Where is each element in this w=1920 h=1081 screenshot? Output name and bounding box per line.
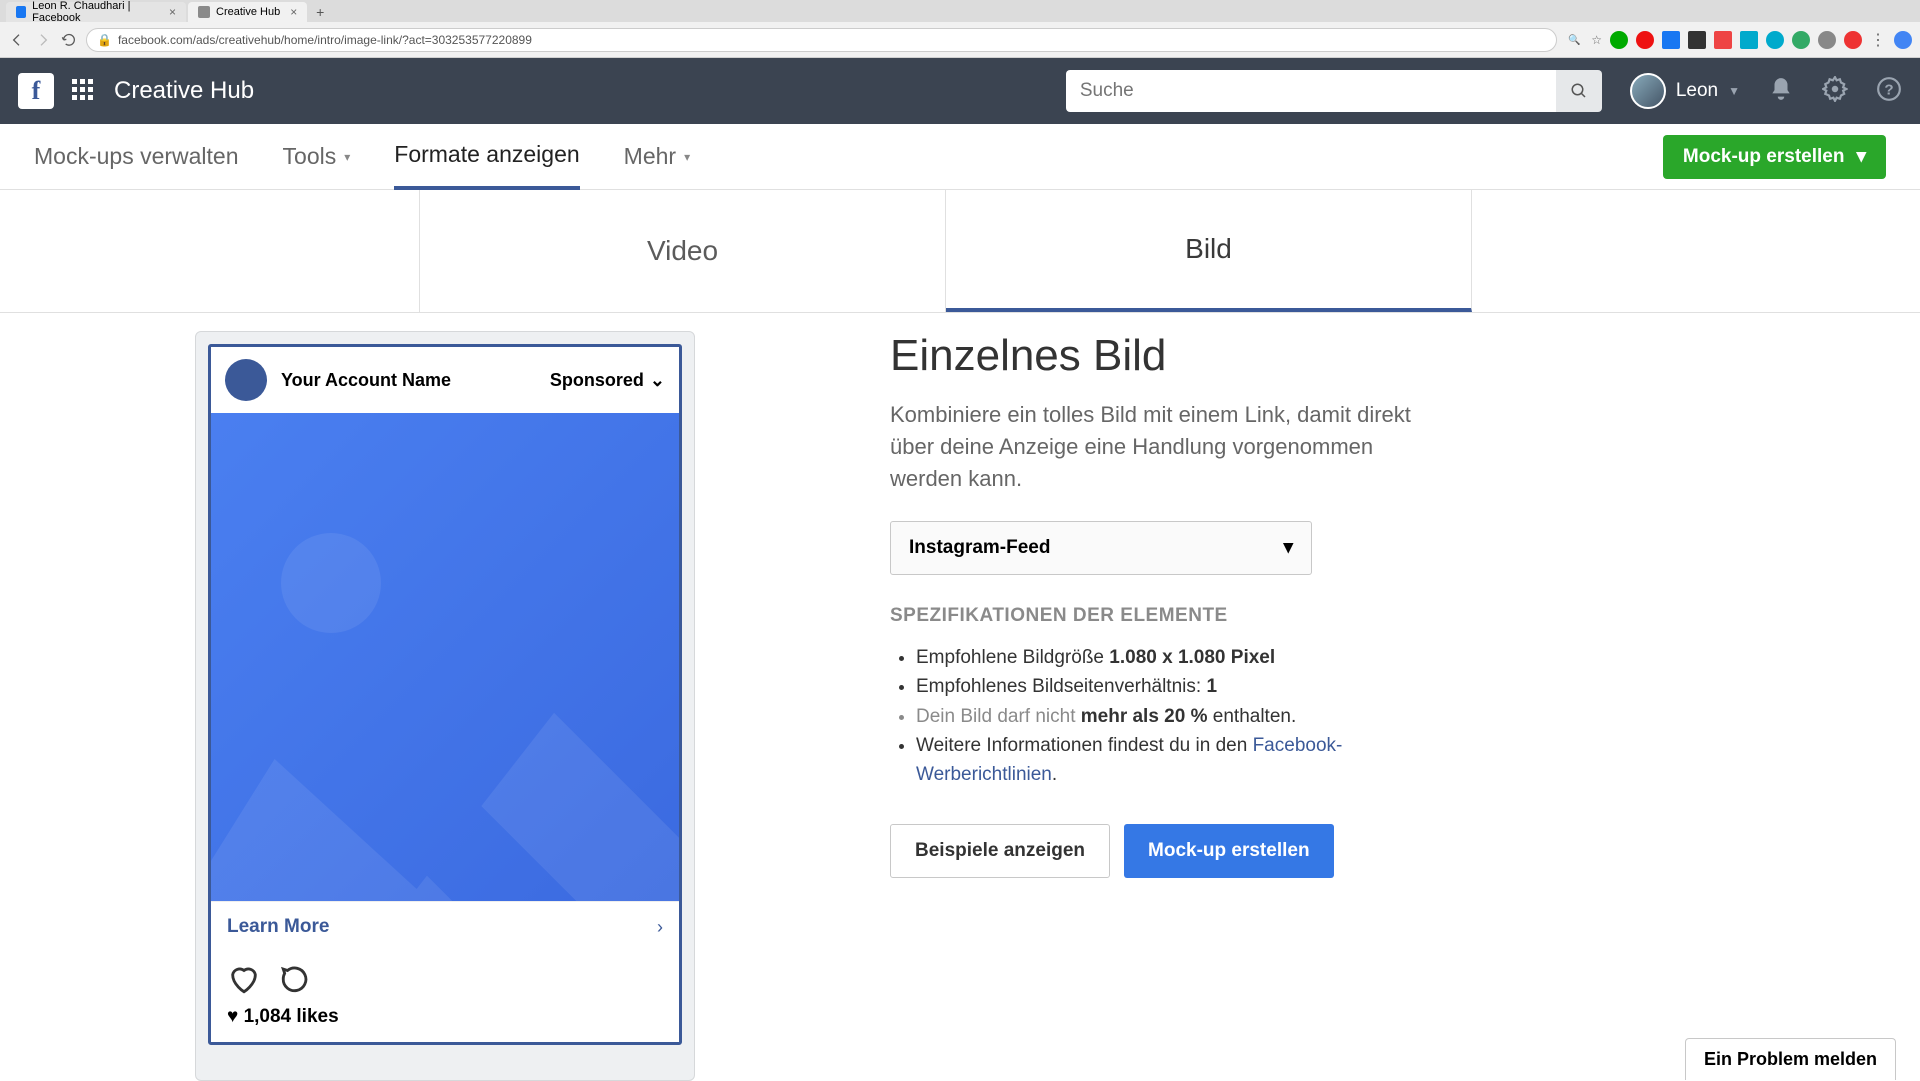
create-mockup-button[interactable]: Mock-up erstellen ▾ (1663, 135, 1886, 179)
ext-icon-3[interactable] (1662, 31, 1680, 49)
phone-frame: Your Account Name Sponsored ⌄ Learn More… (195, 331, 695, 1081)
nav-formats[interactable]: Formate anzeigen (394, 124, 579, 190)
star-icon[interactable]: ☆ (1591, 33, 1602, 47)
preview-likes: ♥ 1,084 likes (211, 1002, 679, 1042)
spec-item: Dein Bild darf nicht mehr als 20 % entha… (916, 702, 1450, 731)
tab-favicon (198, 6, 210, 18)
zoom-icon[interactable]: 🔍 (1565, 31, 1583, 49)
spec-heading: SPEZIFIKATIONEN DER ELEMENTE (890, 605, 1840, 627)
preview-actions (211, 952, 679, 1002)
tab-strip: Leon R. Chaudhari | Facebook × Creative … (0, 0, 1920, 22)
chevron-down-icon: ▾ (1856, 145, 1866, 168)
facebook-logo[interactable]: f (18, 73, 54, 109)
examples-button[interactable]: Beispiele anzeigen (890, 824, 1110, 878)
detail-description: Kombiniere ein tolles Bild mit einem Lin… (890, 399, 1450, 495)
preview-cta[interactable]: Learn More › (211, 901, 679, 952)
new-tab-button[interactable]: + (309, 2, 331, 22)
chevron-down-icon: ▾ (1283, 536, 1293, 559)
help-icon[interactable]: ? (1876, 76, 1902, 107)
create-mockup-primary-button[interactable]: Mock-up erstellen (1124, 824, 1334, 878)
ext-icon-9[interactable] (1818, 31, 1836, 49)
url-text: facebook.com/ads/creativehub/home/intro/… (118, 33, 532, 47)
user-name: Leon (1676, 80, 1718, 102)
browser-tab-2[interactable]: Creative Hub × (188, 2, 307, 22)
forward-button[interactable] (34, 31, 52, 49)
ext-icon-1[interactable] (1610, 31, 1628, 49)
reload-button[interactable] (60, 31, 78, 49)
report-problem-button[interactable]: Ein Problem melden (1685, 1038, 1896, 1080)
back-button[interactable] (8, 31, 26, 49)
tab-video[interactable]: Video (420, 190, 946, 312)
chevron-down-icon: ▼ (1728, 84, 1740, 98)
instagram-ad-preview: Your Account Name Sponsored ⌄ Learn More… (208, 344, 682, 1045)
svg-text:?: ? (1884, 81, 1893, 98)
search-wrap (1066, 70, 1602, 112)
preview-header: Your Account Name Sponsored ⌄ (211, 347, 679, 413)
settings-icon[interactable] (1822, 76, 1848, 107)
chevron-down-icon: ▾ (344, 150, 350, 164)
preview-avatar (225, 359, 267, 401)
menu-icon[interactable]: ⋮ (1870, 30, 1886, 50)
detail-column: Einzelnes Bild Kombiniere ein tolles Bil… (890, 331, 1920, 1081)
button-row: Beispiele anzeigen Mock-up erstellen (890, 824, 1840, 878)
user-menu[interactable]: Leon ▼ (1630, 73, 1740, 109)
heart-icon[interactable] (227, 962, 261, 996)
browser-tab-1[interactable]: Leon R. Chaudhari | Facebook × (6, 2, 186, 22)
ext-icon-4[interactable] (1688, 31, 1706, 49)
nav-more[interactable]: Mehr▾ (624, 143, 690, 170)
chevron-down-icon: ⌄ (650, 370, 665, 391)
content-area: Your Account Name Sponsored ⌄ Learn More… (0, 313, 1920, 1081)
ext-icon-10[interactable] (1844, 31, 1862, 49)
spec-list: Empfohlene Bildgröße 1.080 x 1.080 Pixel… (890, 643, 1450, 790)
address-bar: 🔒 facebook.com/ads/creativehub/home/intr… (0, 22, 1920, 58)
app-header: f Creative Hub Leon ▼ ? (0, 58, 1920, 124)
ext-icon-5[interactable] (1714, 31, 1732, 49)
placement-value: Instagram-Feed (909, 537, 1050, 559)
format-tabs: Video Bild (0, 190, 1920, 313)
tab-title: Creative Hub (216, 6, 280, 18)
ext-icon-2[interactable] (1636, 31, 1654, 49)
nav-row: Mock-ups verwalten Tools▾ Formate anzeig… (0, 124, 1920, 190)
ext-icon-6[interactable] (1740, 31, 1758, 49)
ext-icon-7[interactable] (1766, 31, 1784, 49)
url-input[interactable]: 🔒 facebook.com/ads/creativehub/home/intr… (86, 28, 1557, 52)
preview-image-placeholder (211, 413, 679, 901)
tab-title: Leon R. Chaudhari | Facebook (32, 0, 159, 24)
ext-icon-8[interactable] (1792, 31, 1810, 49)
preview-sponsored-label[interactable]: Sponsored ⌄ (550, 370, 665, 391)
app-title: Creative Hub (114, 77, 254, 105)
tab-image[interactable]: Bild (946, 190, 1472, 312)
apps-grid-icon[interactable] (72, 79, 96, 103)
spec-item: Empfohlene Bildgröße 1.080 x 1.080 Pixel (916, 643, 1450, 672)
chevron-right-icon: › (657, 917, 663, 938)
preview-cta-text: Learn More (227, 916, 329, 938)
nav-tools[interactable]: Tools▾ (283, 143, 351, 170)
search-input[interactable] (1066, 70, 1556, 112)
preview-column: Your Account Name Sponsored ⌄ Learn More… (0, 331, 890, 1081)
profile-icon[interactable] (1894, 31, 1912, 49)
close-icon[interactable]: × (169, 5, 176, 19)
detail-title: Einzelnes Bild (890, 331, 1840, 381)
chevron-down-icon: ▾ (684, 150, 690, 164)
lock-icon: 🔒 (97, 33, 112, 47)
extension-icons: 🔍 ☆ ⋮ (1565, 30, 1912, 50)
preview-account-name: Your Account Name (281, 370, 550, 391)
browser-chrome: Leon R. Chaudhari | Facebook × Creative … (0, 0, 1920, 58)
search-icon (1570, 82, 1588, 100)
search-button[interactable] (1556, 70, 1602, 112)
avatar (1630, 73, 1666, 109)
spec-item: Weitere Informationen findest du in den … (916, 731, 1450, 790)
nav-manage-mockups[interactable]: Mock-ups verwalten (34, 143, 239, 170)
notifications-icon[interactable] (1768, 76, 1794, 107)
comment-icon[interactable] (279, 962, 313, 996)
tab-favicon (16, 6, 26, 18)
placement-dropdown[interactable]: Instagram-Feed ▾ (890, 521, 1312, 575)
close-icon[interactable]: × (290, 5, 297, 19)
spec-item: Empfohlenes Bildseitenverhältnis: 1 (916, 672, 1450, 701)
